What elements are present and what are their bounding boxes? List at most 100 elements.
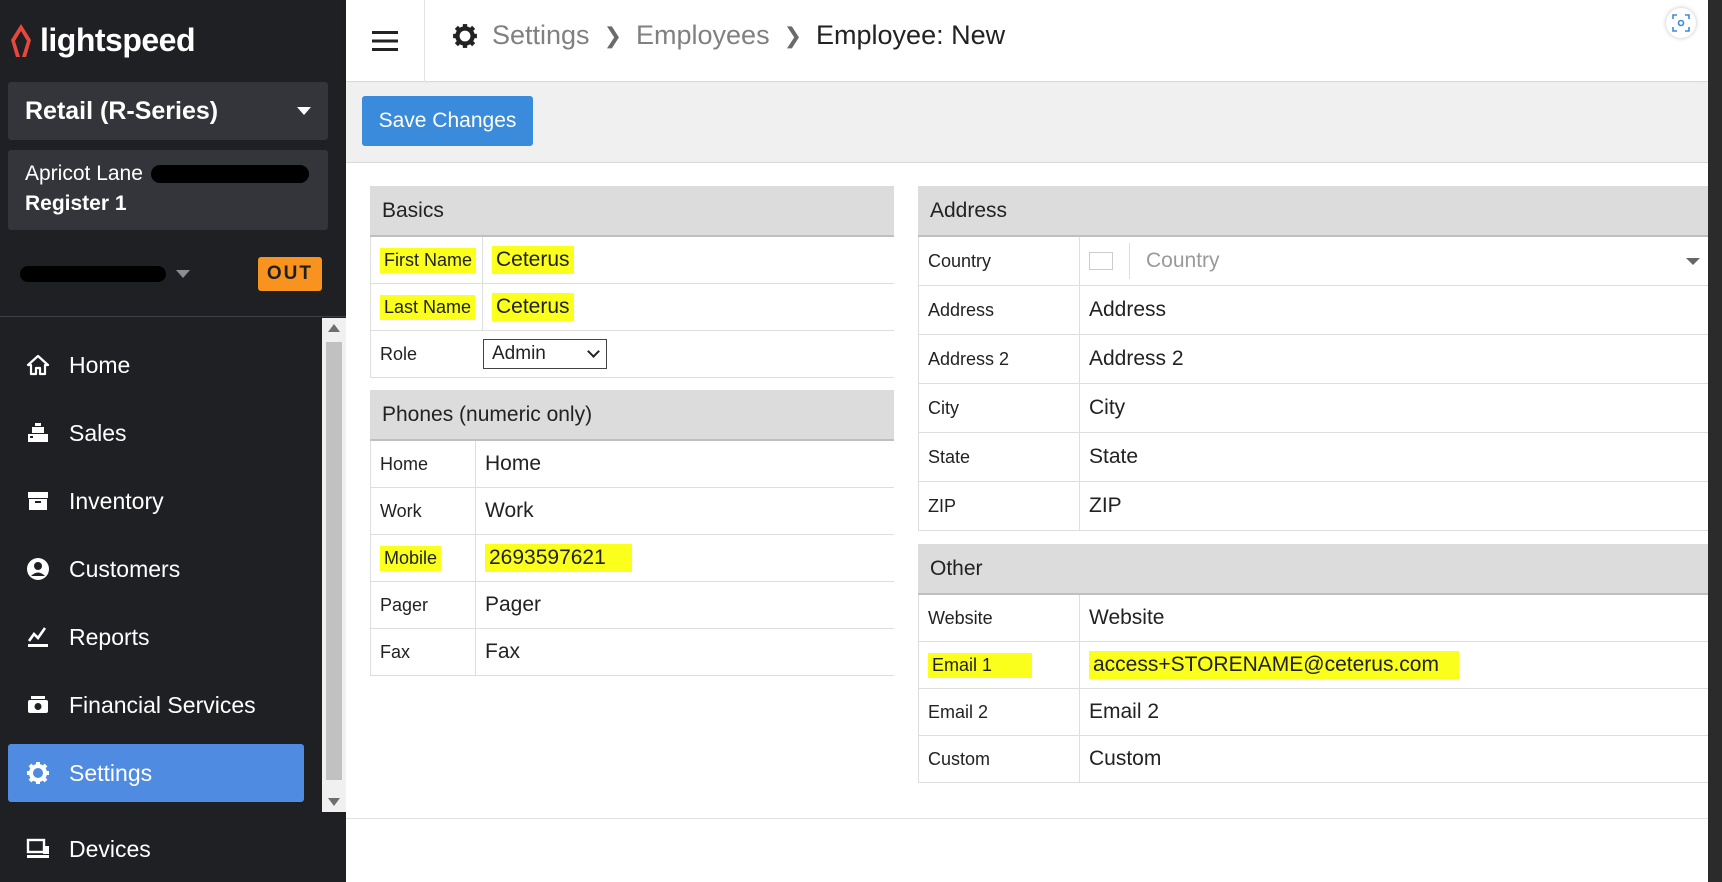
role-selected-value: Admin [492, 343, 546, 364]
fax-row: Fax Fax [370, 629, 894, 676]
screen-capture-icon [1672, 14, 1690, 32]
divider [0, 316, 346, 317]
chart-icon [25, 624, 51, 650]
nav-item-home[interactable]: Home [8, 336, 304, 394]
breadcrumb-employees[interactable]: Employees [636, 20, 770, 51]
role-row: Role Admin [370, 331, 894, 378]
city-row: City City [918, 384, 1708, 433]
flame-icon [11, 23, 31, 57]
toolbar: Save Changes [346, 83, 1708, 163]
basics-panel: Basics First Name Ceterus Last Name Cete… [370, 186, 894, 378]
screen-capture-button[interactable] [1666, 8, 1696, 38]
pager-row: Pager Pager [370, 582, 894, 629]
page-title: Employee: New [816, 20, 1006, 50]
pager-label: Pager [370, 582, 476, 628]
email1-field[interactable]: access+STORENAME@ceterus.com [1080, 642, 1708, 688]
first-name-label: First Name [370, 237, 483, 283]
caret-down-icon [176, 270, 190, 278]
website-field[interactable]: Website [1080, 595, 1708, 641]
home-phone-field[interactable]: Home [476, 441, 894, 487]
email1-row: Email 1 access+STORENAME@ceterus.com [918, 642, 1708, 689]
chevron-right-icon: ❯ [783, 22, 803, 48]
mobile-phone-field[interactable]: 2693597621 [476, 535, 894, 581]
app-root: lightspeed Retail (R-Series) Apricot Lan… [0, 0, 1722, 882]
state-row: State State [918, 433, 1708, 482]
address-label: Address [918, 286, 1080, 334]
address-row: Address Address [918, 286, 1708, 335]
work-phone-field[interactable]: Work [476, 488, 894, 534]
nav-label: Settings [69, 759, 153, 786]
scroll-thumb[interactable] [326, 342, 342, 780]
nav-item-reports[interactable]: Reports [8, 608, 304, 666]
nav-item-sales[interactable]: Sales [8, 404, 304, 462]
nav-item-financial-services[interactable]: Financial Services [8, 676, 304, 734]
first-name-row: First Name Ceterus [370, 237, 894, 284]
work-phone-label: Work [370, 488, 476, 534]
nav-label: Financial Services [69, 691, 256, 718]
address-title: Address [918, 186, 1708, 237]
register-icon [25, 420, 51, 446]
nav-label: Inventory [69, 487, 164, 514]
country-select-inner: Country [1080, 243, 1220, 279]
role-select[interactable]: Admin [483, 339, 607, 369]
country-placeholder: Country [1146, 249, 1220, 272]
city-field[interactable]: City [1080, 384, 1708, 432]
pager-field[interactable]: Pager [476, 582, 894, 628]
address2-row: Address 2 Address 2 [918, 335, 1708, 384]
custom-field[interactable]: Custom [1080, 736, 1708, 782]
user-menu[interactable] [20, 266, 190, 282]
store-name-text: Apricot Lane [25, 162, 143, 185]
nav-label: Sales [69, 419, 127, 446]
work-phone-row: Work Work [370, 488, 894, 535]
nav-label: Home [69, 351, 131, 378]
last-name-row: Last Name Ceterus [370, 284, 894, 331]
address-field[interactable]: Address [1080, 286, 1708, 334]
scroll-up-arrow-icon[interactable] [328, 324, 340, 332]
nav-item-settings[interactable]: Settings [8, 744, 304, 802]
store-register-selector[interactable]: Apricot Lane Register 1 [8, 150, 328, 230]
divider [346, 818, 1708, 819]
chevron-right-icon: ❯ [603, 22, 622, 48]
email2-field[interactable]: Email 2 [1080, 689, 1708, 735]
address2-label: Address 2 [918, 335, 1080, 383]
logo[interactable]: lightspeed [8, 22, 196, 59]
custom-label: Custom [918, 736, 1080, 782]
menu-button[interactable] [346, 0, 425, 82]
breadcrumb-settings[interactable]: Settings [492, 20, 590, 51]
zip-row: ZIP ZIP [918, 482, 1708, 531]
website-label: Website [918, 595, 1080, 641]
role-label: Role [370, 331, 483, 377]
nav-label: Customers [69, 555, 181, 582]
devices-icon [25, 836, 51, 862]
state-field[interactable]: State [1080, 433, 1708, 481]
nav-label: Reports [69, 623, 150, 650]
home-phone-row: Home Home [370, 441, 894, 488]
nav-item-customers[interactable]: Customers [8, 540, 304, 598]
sidebar: lightspeed Retail (R-Series) Apricot Lan… [0, 0, 346, 882]
city-label: City [918, 384, 1080, 432]
address-panel: Address Country Country Address Address … [918, 186, 1708, 531]
clock-status-badge[interactable]: OUT [257, 257, 322, 291]
sidebar-scrollbar[interactable] [322, 318, 346, 812]
other-panel: Other Website Website Email 1 access+STO… [918, 544, 1708, 783]
fax-label: Fax [370, 629, 476, 675]
save-changes-button[interactable]: Save Changes [362, 96, 533, 146]
last-name-field[interactable]: Ceterus [483, 284, 894, 330]
address2-field[interactable]: Address 2 [1080, 335, 1708, 383]
fax-field[interactable]: Fax [476, 629, 894, 675]
phones-title: Phones (numeric only) [370, 390, 894, 441]
top-header: Settings ❯ Employees ❯ Employee: New [346, 0, 1708, 82]
email2-row: Email 2 Email 2 [918, 689, 1708, 736]
register-name: Register 1 [25, 192, 127, 215]
mobile-phone-label: Mobile [370, 535, 476, 581]
product-selector[interactable]: Retail (R-Series) [8, 82, 328, 140]
zip-field[interactable]: ZIP [1080, 482, 1708, 530]
state-label: State [918, 433, 1080, 481]
logo-text: lightspeed [40, 22, 196, 58]
window-edge [1708, 0, 1722, 882]
country-select[interactable]: Country [1080, 237, 1708, 285]
scroll-down-arrow-icon[interactable] [328, 798, 340, 806]
nav-item-devices[interactable]: Devices [8, 820, 304, 878]
nav-item-inventory[interactable]: Inventory [8, 472, 304, 530]
first-name-field[interactable]: Ceterus [483, 237, 894, 283]
